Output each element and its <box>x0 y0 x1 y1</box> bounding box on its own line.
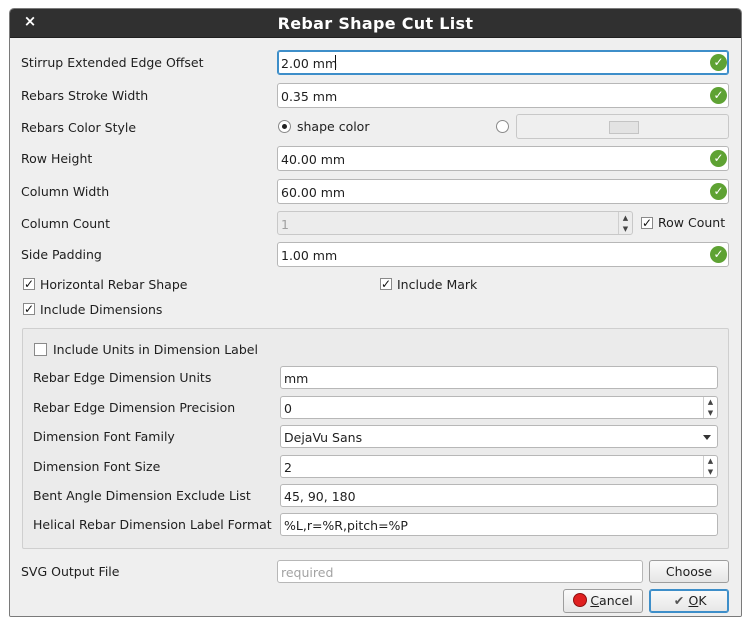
column-width-input[interactable]: 60.00 mm ✓ <box>277 179 729 204</box>
spin-buttons[interactable]: ▲ ▼ <box>703 456 717 477</box>
stirrup-offset-input[interactable]: 2.00 mm ✓ <box>277 50 729 75</box>
spin-down-icon[interactable]: ▼ <box>704 467 717 478</box>
include-dimensions-checkbox[interactable]: ✓ <box>23 303 35 315</box>
stirrup-offset-label: Stirrup Extended Edge Offset <box>21 55 204 70</box>
valid-check-icon: ✓ <box>710 54 727 71</box>
edge-precision-spinbox[interactable]: 0 ▲ ▼ <box>280 396 718 419</box>
spin-up-icon[interactable]: ▲ <box>704 397 717 408</box>
spin-down-icon: ▼ <box>622 224 629 233</box>
text-cursor <box>335 55 336 70</box>
edge-units-input[interactable]: mm <box>280 366 718 389</box>
custom-color-radio[interactable] <box>496 120 509 133</box>
valid-check-icon: ✓ <box>710 183 727 200</box>
bent-angle-input[interactable]: 45, 90, 180 <box>280 484 718 507</box>
spin-down-icon[interactable]: ▼ <box>704 408 717 419</box>
choose-button[interactable]: Choose <box>649 560 729 583</box>
font-family-combo[interactable]: DejaVu Sans <box>280 425 718 448</box>
shape-color-label: shape color <box>297 119 370 134</box>
column-width-label: Column Width <box>21 184 110 199</box>
shape-color-radio[interactable] <box>278 120 291 133</box>
column-count-spinbox: 1 ▲ ▼ <box>277 211 633 235</box>
row-count-checkbox[interactable]: ✓ <box>641 217 653 229</box>
valid-check-icon: ✓ <box>710 150 727 167</box>
chevron-down-icon <box>703 435 711 440</box>
cancel-button[interactable]: Cancel <box>563 589 643 613</box>
edge-units-label: Rebar Edge Dimension Units <box>33 370 212 385</box>
spin-buttons[interactable]: ▲ ▼ <box>703 397 717 418</box>
color-picker-button[interactable] <box>516 114 729 139</box>
horizontal-shape-checkbox[interactable]: ✓ <box>23 278 35 290</box>
side-padding-label: Side Padding <box>21 247 102 262</box>
row-height-label: Row Height <box>21 151 93 166</box>
dialog-title: Rebar Shape Cut List <box>277 14 474 33</box>
ok-button[interactable]: ✔ OK <box>649 589 729 613</box>
svg-output-label: SVG Output File <box>21 564 120 579</box>
color-swatch <box>609 121 639 134</box>
title-bar: × Rebar Shape Cut List <box>10 9 741 38</box>
include-units-label: Include Units in Dimension Label <box>53 342 258 357</box>
bent-angle-label: Bent Angle Dimension Exclude List <box>33 488 251 503</box>
font-family-label: Dimension Font Family <box>33 429 175 444</box>
font-size-label: Dimension Font Size <box>33 459 161 474</box>
spin-up-icon[interactable]: ▲ <box>704 456 717 467</box>
dialog-window: × Rebar Shape Cut List Stirrup Extended … <box>9 8 742 617</box>
spin-up-icon: ▲ <box>622 213 629 222</box>
stroke-width-input[interactable]: 0.35 mm ✓ <box>277 83 729 108</box>
svg-output-input[interactable]: required <box>277 560 643 583</box>
row-count-label: Row Count <box>658 215 726 230</box>
row-height-input[interactable]: 40.00 mm ✓ <box>277 146 729 171</box>
color-style-label: Rebars Color Style <box>21 120 137 135</box>
column-count-label: Column Count <box>21 216 110 231</box>
dialog-content: Stirrup Extended Edge Offset 2.00 mm ✓ R… <box>10 38 741 616</box>
helical-format-input[interactable]: %L,r=%R,pitch=%P <box>280 513 718 536</box>
valid-check-icon: ✓ <box>710 246 727 263</box>
include-mark-checkbox[interactable]: ✓ <box>380 278 392 290</box>
side-padding-input[interactable]: 1.00 mm ✓ <box>277 242 729 267</box>
include-units-checkbox[interactable] <box>34 343 47 356</box>
include-dimensions-label: Include Dimensions <box>40 302 163 317</box>
include-mark-label: Include Mark <box>397 277 478 292</box>
valid-check-icon: ✓ <box>710 87 727 104</box>
dimensions-group: Include Units in Dimension Label Rebar E… <box>22 328 729 549</box>
spin-buttons: ▲ ▼ <box>618 212 632 234</box>
stroke-width-label: Rebars Stroke Width <box>21 88 149 103</box>
font-size-spinbox[interactable]: 2 ▲ ▼ <box>280 455 718 478</box>
cancel-icon <box>573 593 588 607</box>
horizontal-shape-label: Horizontal Rebar Shape <box>40 277 188 292</box>
ok-check-icon: ✔ <box>673 593 685 608</box>
edge-precision-label: Rebar Edge Dimension Precision <box>33 400 236 415</box>
helical-format-label: Helical Rebar Dimension Label Format <box>33 517 272 532</box>
